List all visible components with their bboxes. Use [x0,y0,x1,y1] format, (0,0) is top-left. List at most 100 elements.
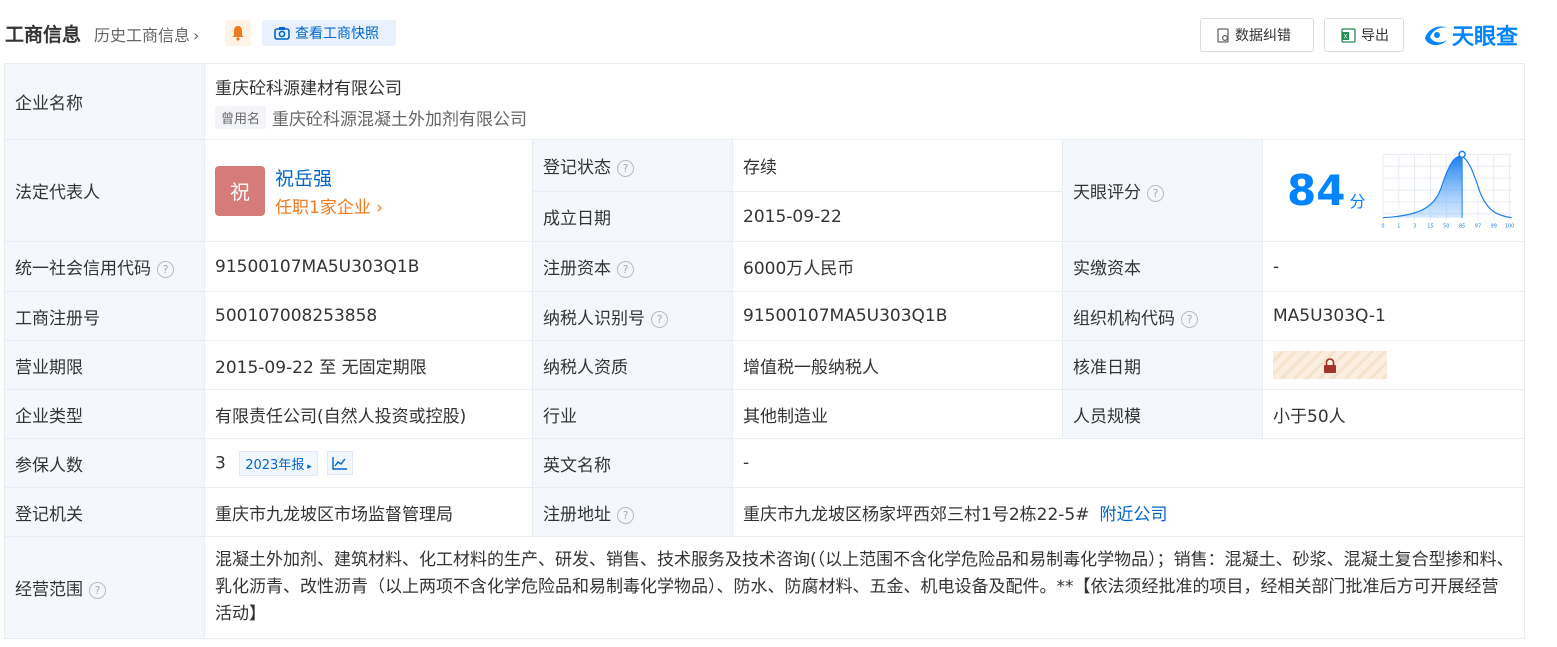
help-icon[interactable]: ? [651,310,668,328]
score-cell[interactable]: 84 分 0 1 3 15 50 85 97 99 100 [1261,139,1526,242]
history-link-label: 历史工商信息 [94,26,191,45]
reg-capital-value: 6000万人民币 [732,241,1063,292]
industry-value: 其他制造业 [732,389,1063,439]
axis-tick: 99 [1491,223,1497,229]
score-value: 84 [1287,166,1346,215]
org-code-label: 组织机构代码 [1073,308,1175,329]
org-code-label-cell: 组织机构代码? [1062,291,1263,341]
annual-report-label: 2023年报 [245,457,305,473]
reg-status-label-cell: 登记状态? [532,139,733,192]
help-icon[interactable]: ? [1181,310,1198,328]
insured-value: 3 [215,453,226,473]
term-label: 营业期限 [4,340,205,390]
scrollbar[interactable] [1543,0,1557,647]
help-icon[interactable]: ? [157,261,174,278]
axis-tick: 1 [1398,223,1401,229]
section-title: 工商信息 [5,24,82,46]
scope-label: 经营范围 [15,580,83,600]
snapshot-label: 查看工商快照 [295,26,379,42]
taxpayer-id-label-cell: 纳税人识别号? [532,291,733,341]
org-code-value: MA5U303Q-1 [1261,291,1526,341]
excel-icon: X [1341,27,1356,43]
score-label-cell: 天眼评分? [1062,139,1263,242]
est-date-value: 2015-09-22 [732,191,1063,242]
business-info-table: 企业名称 重庆砼科源建材有限公司 曾用名 重庆砼科源混凝土外加剂有限公司 法定代… [4,63,1526,639]
table-row: 参保人数 3 2023年报 ▸ 英文名称 - [4,438,1526,488]
legal-rep-label: 法定代表人 [4,139,205,242]
chevron-right-icon: › [370,197,384,218]
industry-label: 行业 [532,389,733,439]
table-row: 营业期限 2015-09-22 至 无固定期限 纳税人资质 增值税一般纳税人 核… [4,340,1526,390]
legal-rep-name-link[interactable]: 祝岳强 [275,164,383,191]
term-value: 2015-09-22 至 无固定期限 [204,340,533,390]
axis-tick: 3 [1414,223,1417,229]
help-icon[interactable]: ? [89,582,106,599]
legal-rep-cell: 祝 祝岳强 任职1家企业 › [204,139,533,242]
help-icon[interactable]: ? [617,506,634,524]
en-name-label: 英文名称 [532,438,733,488]
est-date-label: 成立日期 [532,191,733,242]
data-error-button[interactable]: 数据纠错 [1200,18,1314,52]
axis-tick: 100 [1505,223,1514,229]
approve-date-cell [1261,340,1526,390]
help-icon[interactable]: ? [617,261,634,278]
line-chart-icon [332,457,348,470]
type-label: 企业类型 [4,389,205,439]
header-bar: 工商信息 历史工商信息 › 查看工商快照 数据纠错 X 导出 天眼查 [0,0,1557,62]
history-link[interactable]: 历史工商信息 › [94,22,199,46]
snapshot-button[interactable]: 查看工商快照 [262,20,396,46]
avatar[interactable]: 祝 [215,165,265,216]
bell-button[interactable] [225,20,251,46]
tax-qual-label: 纳税人资质 [532,340,733,390]
former-name-row: 曾用名 重庆砼科源混凝土外加剂有限公司 [215,105,1514,130]
company-name: 重庆砼科源建材有限公司 [215,78,402,99]
credit-code-value: 91500107MA5U303Q1B [204,241,533,292]
address-label: 注册地址 [543,504,611,525]
paid-capital-label: 实缴资本 [1062,241,1263,292]
reg-status-value: 存续 [732,139,1063,192]
scope-label-cell: 经营范围? [4,536,205,639]
annual-report-link[interactable]: 2023年报 ▸ [239,450,318,476]
paid-capital-value: - [1261,241,1526,292]
bell-icon [232,26,244,41]
reg-status-label: 登记状态 [543,158,611,178]
table-row: 登记机关 重庆市九龙坡区市场监督管理局 注册地址? 重庆市九龙坡区杨家坪西郊三村… [4,487,1526,537]
company-name-cell: 重庆砼科源建材有限公司 曾用名 重庆砼科源混凝土外加剂有限公司 [203,63,1526,140]
data-error-label: 数据纠错 [1235,28,1291,44]
staff-label: 人员规模 [1062,389,1263,439]
trend-chart-button[interactable] [327,451,354,475]
taxpayer-id-value: 91500107MA5U303Q1B [732,291,1063,341]
axis-tick: 97 [1475,223,1481,229]
address-value: 重庆市九龙坡区杨家坪西郊三村1号2栋22-5# [743,504,1090,525]
authority-value: 重庆市九龙坡区市场监督管理局 [204,487,533,537]
camera-icon [274,27,290,40]
export-button[interactable]: X 导出 [1324,18,1404,52]
type-value: 有限责任公司(自然人投资或控股) [204,389,533,439]
company-name-label: 企业名称 [4,63,205,140]
credit-code-label-cell: 统一社会信用代码? [4,241,205,292]
caret-right-icon: ▸ [304,461,312,472]
help-icon[interactable]: ? [617,160,634,177]
nearby-companies-link[interactable]: 附近公司 [1099,505,1167,525]
score-distribution-chart: 0 1 3 15 50 85 97 99 100 [1382,150,1514,229]
axis-tick: 15 [1428,223,1434,229]
en-name-value: - [731,438,1526,488]
reg-capital-label: 注册资本 [543,259,611,279]
help-icon[interactable]: ? [1147,185,1164,202]
score-axis-labels: 0 1 3 15 50 85 97 99 100 [1382,223,1514,229]
positions-label: 任职1家企业 [275,197,371,218]
table-row: 统一社会信用代码? 91500107MA5U303Q1B 注册资本? 6000万… [4,241,1526,292]
logo-eye-icon [1425,26,1448,46]
export-label: 导出 [1361,28,1389,44]
chevron-right-icon: › [193,26,200,45]
score-unit: 分 [1349,191,1366,211]
table-row: 工商注册号 500107008253858 纳税人识别号? 91500107MA… [4,291,1526,341]
table-row: 经营范围? 混凝土外加剂、建筑材料、化工材料的生产、研发、销售、技术服务及技术咨… [4,536,1526,639]
logo-text: 天眼查 [1452,25,1519,50]
legal-rep-positions-link[interactable]: 任职1家企业 › [275,193,383,218]
table-row: 企业名称 重庆砼科源建材有限公司 曾用名 重庆砼科源混凝土外加剂有限公司 [4,63,1526,140]
tax-qual-value: 增值税一般纳税人 [732,340,1063,390]
axis-tick: 85 [1459,223,1465,229]
locked-value[interactable] [1273,351,1387,379]
table-row: 法定代表人 祝 祝岳强 任职1家企业 › 登记状态? 存续 天眼评分? 84 分 [4,139,1526,242]
